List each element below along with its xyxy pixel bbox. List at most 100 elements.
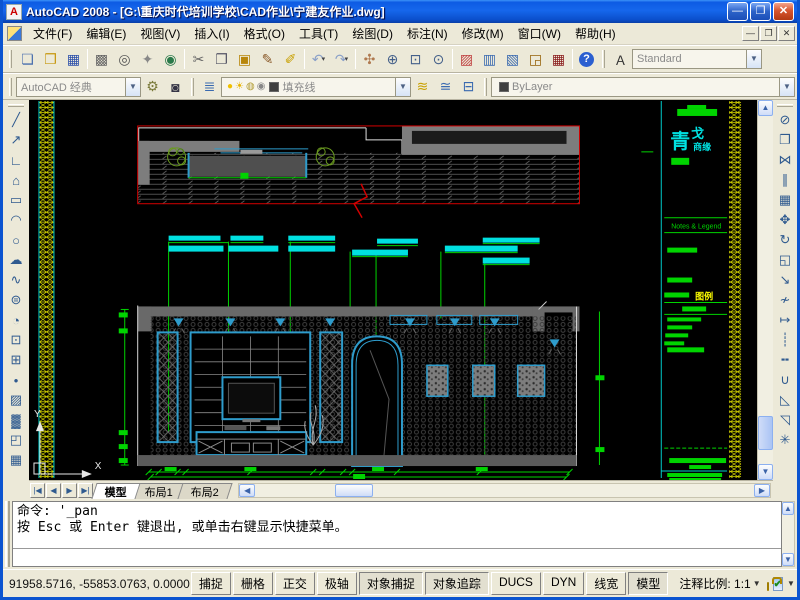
redo-button[interactable]: ↷▾	[330, 48, 353, 70]
save-button[interactable]: ▦	[62, 48, 85, 70]
status-toggle-正交[interactable]: 正交	[275, 572, 315, 595]
arc-button[interactable]: ◠	[5, 210, 27, 230]
toolbar-grip[interactable]	[8, 104, 24, 107]
chevron-down-icon[interactable]: ▼	[125, 78, 140, 96]
annotation-scale-arrow-icon[interactable]: ▼	[753, 579, 761, 588]
menu-item-3[interactable]: 视图(V)	[133, 23, 187, 44]
erase-button[interactable]: ⊘	[774, 110, 796, 130]
copy-button[interactable]: ❐	[210, 48, 233, 70]
annotation-lock-icon[interactable]	[767, 582, 769, 591]
plot-state-icon[interactable]: ◉	[257, 81, 266, 92]
new-button[interactable]: ❏	[16, 48, 39, 70]
freeze-icon[interactable]: ☀	[235, 81, 244, 92]
scale-button[interactable]: ◱	[774, 250, 796, 270]
menu-item-8[interactable]: 标注(N)	[400, 23, 455, 44]
mdi-close-button[interactable]: ✕	[778, 26, 795, 41]
hatch-button[interactable]: ▨	[5, 390, 27, 410]
tab-nav-first-icon[interactable]: |◀	[30, 483, 45, 498]
status-toggle-对象追踪[interactable]: 对象追踪	[425, 572, 489, 595]
make-block-button[interactable]: ⊞	[5, 350, 27, 370]
polygon-button[interactable]: ⌂	[5, 170, 27, 190]
text-style-icon[interactable]: Ａ	[609, 48, 632, 70]
point-button[interactable]: •	[5, 370, 27, 390]
menu-item-5[interactable]: 格式(O)	[237, 23, 292, 44]
plot-preview-button[interactable]: ◎	[113, 48, 136, 70]
status-toggle-线宽[interactable]: 线宽	[586, 572, 626, 595]
chamfer-button[interactable]: ◺	[774, 390, 796, 410]
break-button[interactable]: ╍	[774, 350, 796, 370]
markup-set-manager-button[interactable]: ▧	[501, 48, 524, 70]
status-toggle-DYN[interactable]: DYN	[543, 572, 584, 595]
bulb-icon[interactable]: ●	[227, 81, 233, 92]
offset-button[interactable]: ∥	[774, 170, 796, 190]
table-button[interactable]: ▦	[5, 450, 27, 470]
menu-item-9[interactable]: 修改(M)	[455, 23, 511, 44]
command-input[interactable]	[13, 548, 781, 566]
tab-nav-next-icon[interactable]: ▶	[62, 483, 77, 498]
scroll-down-icon[interactable]: ▼	[758, 464, 773, 480]
join-button[interactable]: ∪	[774, 370, 796, 390]
chevron-down-icon[interactable]: ▼	[746, 50, 761, 68]
tab-nav-last-icon[interactable]: ▶|	[78, 483, 93, 498]
explode-button[interactable]: ✳	[774, 430, 796, 450]
array-button[interactable]: ▦	[774, 190, 796, 210]
status-toggle-模型[interactable]: 模型	[628, 572, 668, 595]
circle-button[interactable]: ○	[5, 230, 27, 250]
region-button[interactable]: ◰	[5, 430, 27, 450]
layer-combo[interactable]: ●☀◍◉ 填充线 ▼	[221, 77, 411, 97]
rectangle-button[interactable]: ▭	[5, 190, 27, 210]
trim-button[interactable]: ≁	[774, 290, 796, 310]
menu-item-2[interactable]: 编辑(E)	[79, 23, 133, 44]
construction-line-button[interactable]: ↗	[5, 130, 27, 150]
command-scrollbar[interactable]: ▲ ▼	[782, 501, 795, 567]
toolbar-grip[interactable]	[9, 78, 12, 96]
minimize-button[interactable]: —	[727, 2, 748, 21]
layer-states-manager-button[interactable]: ⊟	[457, 76, 480, 98]
rotate-button[interactable]: ↻	[774, 230, 796, 250]
3d-dwf-button[interactable]: ◉	[159, 48, 182, 70]
ellipse-arc-button[interactable]: ◔	[5, 310, 27, 330]
scroll-up-icon[interactable]: ▲	[782, 502, 794, 515]
annotation-scale-value[interactable]: 1:1	[734, 577, 751, 591]
menu-item-4[interactable]: 插入(I)	[187, 23, 236, 44]
match-properties-button[interactable]: ✎	[256, 48, 279, 70]
toolbar-grip[interactable]	[777, 104, 793, 107]
pan-button[interactable]: ✣	[358, 48, 381, 70]
mirror-button[interactable]: ⋈	[774, 150, 796, 170]
menu-item-11[interactable]: 帮助(H)	[568, 23, 623, 44]
plot-button[interactable]: ▩	[90, 48, 113, 70]
tab-模型[interactable]: 模型	[91, 483, 140, 499]
status-toggle-捕捉[interactable]: 捕捉	[191, 572, 231, 595]
paste-button[interactable]: ▣	[233, 48, 256, 70]
tab-布局2[interactable]: 布局2	[178, 483, 233, 499]
layer-previous-button[interactable]: ≅	[434, 76, 457, 98]
copy-button[interactable]: ❐	[774, 130, 796, 150]
menu-item-1[interactable]: 文件(F)	[26, 23, 79, 44]
menu-item-7[interactable]: 绘图(D)	[345, 23, 400, 44]
fillet-button[interactable]: ◹	[774, 410, 796, 430]
workspace-combo[interactable]: AutoCAD 经典 ▼	[16, 77, 141, 97]
open-button[interactable]: ❒	[39, 48, 62, 70]
status-toggle-栅格[interactable]: 栅格	[233, 572, 273, 595]
status-toggle-对象捕捉[interactable]: 对象捕捉	[359, 572, 423, 595]
block-editor-button[interactable]: ◲	[524, 48, 547, 70]
lock-icon[interactable]: ◍	[246, 81, 255, 92]
workspace-settings-button[interactable]: ⚙	[141, 76, 164, 98]
status-toggle-极轴[interactable]: 极轴	[317, 572, 357, 595]
undo-button[interactable]: ↶▾	[307, 48, 330, 70]
mdi-restore-button[interactable]: ❐	[760, 26, 777, 41]
make-object-layer-current-button[interactable]: ≋	[411, 76, 434, 98]
cad-canvas[interactable]: YX青戈商缘Notes & Legend图例	[29, 100, 757, 480]
insert-block-button[interactable]: ⊡	[5, 330, 27, 350]
my-workspace-button[interactable]: ◙	[164, 76, 187, 98]
chevron-down-icon[interactable]: ▼	[779, 78, 794, 96]
cut-button[interactable]: ✂	[187, 48, 210, 70]
dropdown-arrow-icon[interactable]: ▾	[345, 55, 349, 63]
statusbar-menu-arrow-icon[interactable]: ▼	[787, 579, 795, 588]
scroll-up-icon[interactable]: ▲	[758, 100, 773, 116]
close-button[interactable]: ✕	[773, 2, 794, 21]
zoom-window-button[interactable]: ⊡	[404, 48, 427, 70]
extend-button[interactable]: ↦	[774, 310, 796, 330]
command-window-grip[interactable]	[5, 501, 10, 567]
scroll-down-icon[interactable]: ▼	[782, 553, 794, 566]
